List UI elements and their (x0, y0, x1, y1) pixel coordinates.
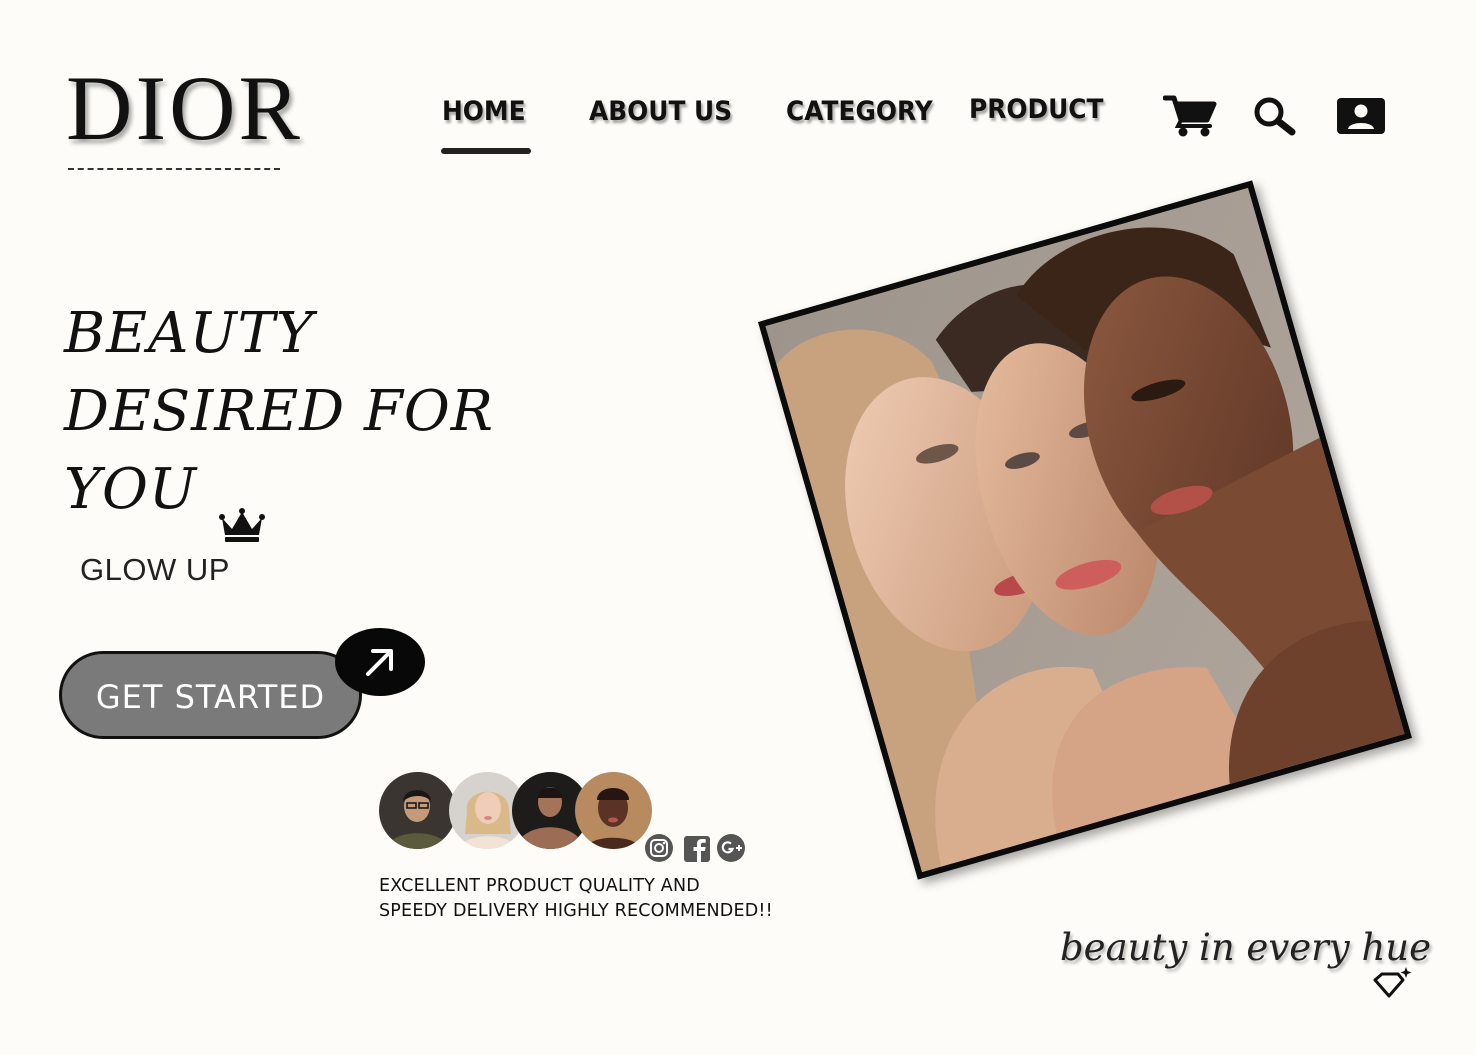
tagline: beauty in every hue (1060, 926, 1432, 969)
nav-home[interactable]: HOME (442, 96, 526, 127)
get-started-button[interactable]: GET STARTED (59, 651, 362, 739)
crown-icon (219, 507, 265, 550)
diamond-icon (1372, 966, 1414, 1005)
nav-category[interactable]: CATEGORY (786, 96, 933, 127)
hero-title-line-1: BEAUTY (64, 301, 314, 366)
nav-about-us[interactable]: ABOUT US (589, 96, 732, 127)
search-icon[interactable] (1252, 96, 1298, 141)
avatar (379, 772, 456, 849)
hero-title-line-2: DESIRED FOR (64, 379, 494, 444)
brand-logo[interactable]: DIOR (66, 62, 303, 154)
hero-subtitle: GLOW UP (80, 552, 230, 587)
review-line-1: EXCELLENT PRODUCT QUALITY AND (379, 876, 700, 896)
hero-title: BEAUTY DESIRED FOR YOU (64, 295, 544, 529)
customer-review: EXCELLENT PRODUCT QUALITY AND SPEEDY DEL… (379, 874, 809, 924)
nav-active-indicator (441, 148, 531, 154)
arrow-up-right-icon[interactable] (335, 628, 425, 696)
instagram-icon[interactable] (644, 833, 674, 868)
cart-icon[interactable] (1162, 94, 1217, 143)
facebook-icon[interactable] (683, 835, 711, 868)
hero-photo (758, 180, 1412, 880)
nav-product[interactable]: PRODUCT (969, 94, 1103, 125)
account-icon[interactable] (1336, 97, 1386, 140)
avatar (575, 772, 652, 849)
logo-underline (68, 168, 280, 170)
review-line-2: SPEEDY DELIVERY HIGHLY RECOMMENDED!! (379, 901, 773, 921)
hero-title-line-3: YOU (64, 457, 198, 522)
google-plus-icon[interactable] (716, 833, 746, 868)
